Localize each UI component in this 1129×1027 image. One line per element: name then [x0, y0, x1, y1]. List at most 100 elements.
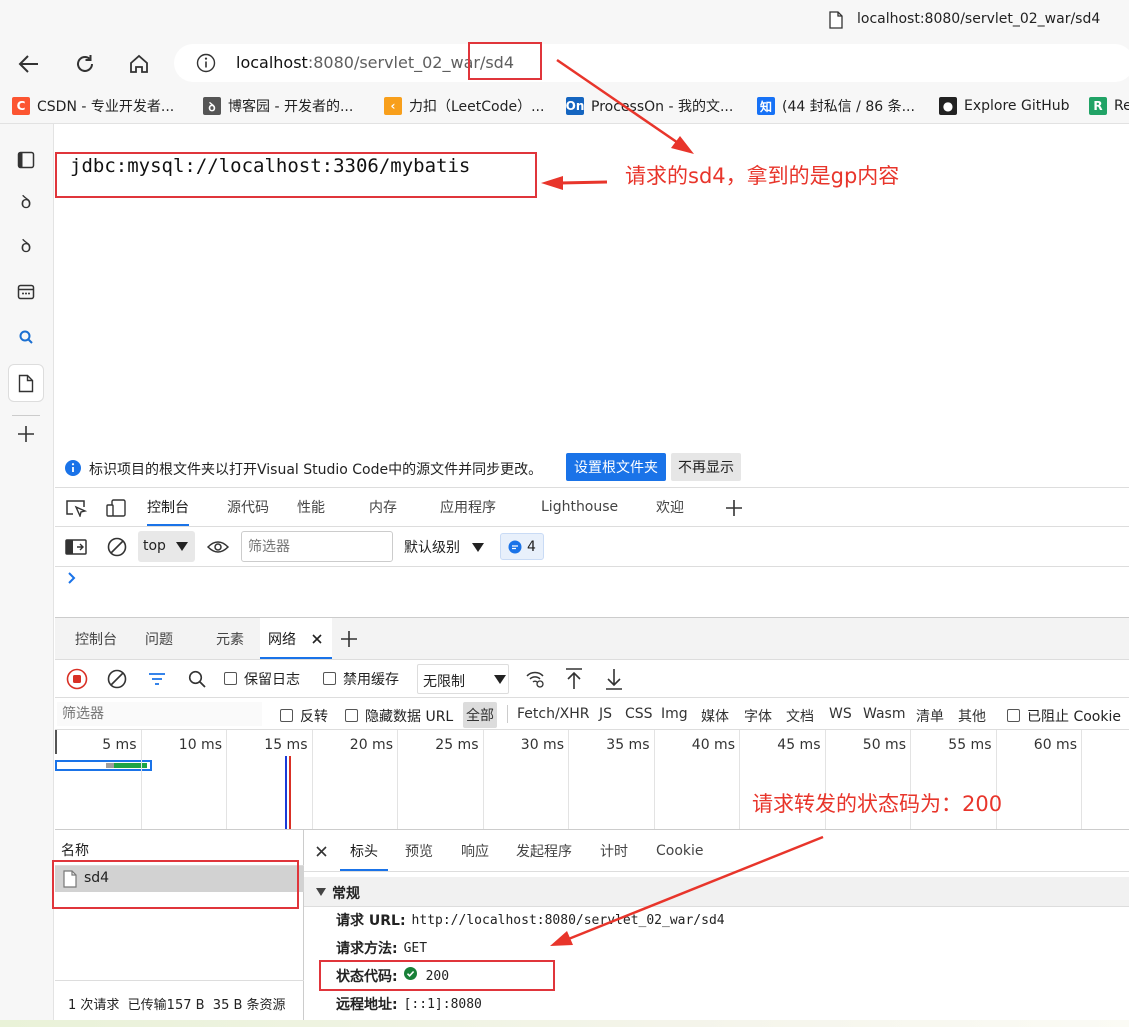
filter-type-0[interactable]: 全部 — [463, 702, 497, 728]
timeline-tick-label: 10 ms — [178, 737, 222, 753]
console-filter-input[interactable] — [241, 531, 393, 562]
drawer-tab-1[interactable]: 问题 — [145, 618, 173, 659]
devtools-tab-3[interactable]: 内存 — [369, 488, 397, 526]
close-network-tab-icon[interactable] — [309, 631, 325, 647]
timeline-gridline — [482, 730, 484, 829]
timeline-gridline — [568, 730, 569, 829]
favorite-item[interactable]: ● Explore GitHub — [939, 96, 1070, 116]
hide-data-urls-checkbox[interactable]: 隐藏数据 URL — [345, 706, 453, 726]
throttle-select[interactable]: 无限制 — [417, 664, 509, 694]
site-info-icon[interactable] — [196, 53, 216, 73]
triangle-down-icon — [316, 888, 326, 896]
close-details-icon[interactable] — [314, 844, 328, 858]
header-value[interactable]: http://localhost:8080/servlet_02_war/sd4 — [412, 913, 725, 928]
devtools-tab-4[interactable]: 应用程序 — [440, 488, 496, 526]
filter-type-8[interactable]: WS — [829, 706, 852, 722]
remote-address-row: 远程地址: [::1]:8080 — [336, 994, 482, 1014]
header-value[interactable]: GET — [404, 941, 427, 956]
filter-type-2[interactable]: JS — [599, 706, 612, 722]
stop-recording-icon[interactable] — [65, 667, 89, 691]
drawer-tab-0[interactable]: 控制台 — [75, 618, 117, 659]
search-icon[interactable] — [8, 319, 44, 355]
checkbox-box — [224, 672, 237, 685]
favorite-item[interactable]: R Re — [1089, 96, 1129, 116]
details-tab-4[interactable]: 计时 — [600, 830, 628, 871]
filter-type-9[interactable]: Wasm — [863, 706, 905, 722]
favorite-item[interactable]: ꝺ 博客园 - 开发者的... — [203, 96, 353, 116]
title-bar: localhost:8080/servlet_02_war/sd4 — [0, 0, 1129, 40]
details-tab-3[interactable]: 发起程序 — [516, 830, 572, 871]
context-selector[interactable]: top — [138, 531, 195, 562]
dont-show-again-button[interactable]: 不再显示 — [671, 453, 741, 481]
filter-type-10[interactable]: 清单 — [916, 706, 944, 726]
clear-network-icon[interactable] — [105, 667, 129, 691]
disable-cache-checkbox[interactable]: 禁用缓存 — [323, 669, 399, 689]
details-tab-5[interactable]: Cookie — [656, 830, 704, 871]
filter-type-4[interactable]: Img — [661, 706, 688, 722]
favorite-item[interactable]: 知 (44 封私信 / 86 条... — [757, 96, 915, 116]
back-arrow-icon[interactable] — [12, 48, 46, 80]
network-conditions-icon[interactable] — [523, 668, 547, 690]
details-tab-2[interactable]: 响应 — [461, 830, 489, 871]
cnblogs-icon[interactable]: ꝺ — [8, 184, 44, 220]
search-icon[interactable] — [185, 668, 209, 690]
checkbox-box — [1007, 709, 1020, 722]
log-level-select[interactable]: 默认级别 — [404, 537, 485, 557]
devtools-tab-1[interactable]: 源代码 — [227, 488, 269, 526]
filter-type-5[interactable]: 媒体 — [701, 706, 729, 726]
inspect-element-icon[interactable] — [63, 498, 89, 518]
filter-type-7[interactable]: 文档 — [786, 706, 814, 726]
console-body — [55, 567, 1129, 618]
filter-type-1[interactable]: Fetch/XHR — [517, 706, 590, 722]
drawer-tab-2[interactable]: 元素 — [216, 618, 244, 659]
live-expression-eye-icon[interactable] — [205, 537, 231, 557]
content-highlight-box — [55, 152, 537, 198]
screenshot-root: localhost:8080/servlet_02_war/sd4 localh… — [0, 0, 1129, 1027]
set-root-folder-button[interactable]: 设置根文件夹 — [566, 453, 666, 481]
annotation-top: 请求的sd4，拿到的是gp内容 — [625, 164, 900, 188]
preserve-log-checkbox[interactable]: 保留日志 — [224, 669, 300, 689]
details-tab-0[interactable]: 标头 — [340, 830, 388, 871]
filter-type-11[interactable]: 其他 — [958, 706, 986, 726]
favorite-item[interactable]: On ProcessOn - 我的文... — [566, 96, 733, 116]
home-icon[interactable] — [122, 48, 156, 80]
timeline-gridline — [739, 730, 740, 829]
device-toolbar-icon[interactable] — [103, 498, 129, 518]
general-section-header[interactable]: 常规 — [304, 877, 1129, 907]
sidebar-toggle-icon[interactable] — [64, 537, 88, 557]
devtools-tab-2[interactable]: 性能 — [297, 488, 325, 526]
devtools-tab-5[interactable]: Lighthouse — [541, 488, 618, 526]
dom-content-loaded-line — [285, 756, 287, 829]
invert-checkbox[interactable]: 反转 — [280, 706, 328, 726]
favorite-item[interactable]: C CSDN - 专业开发者... — [12, 96, 174, 116]
header-value[interactable]: [::1]:8080 — [404, 997, 482, 1012]
console-prompt-chevron-icon[interactable] — [67, 572, 77, 584]
import-har-icon[interactable] — [562, 666, 586, 692]
page-file-icon[interactable] — [8, 364, 44, 402]
devtools-tab-0[interactable]: 控制台 — [147, 488, 189, 526]
add-icon[interactable] — [8, 416, 44, 452]
blocked-cookies-checkbox[interactable]: 已阻止 Cookie — [1007, 706, 1121, 726]
favorite-item[interactable]: ‹ 力扣（LeetCode）... — [384, 96, 544, 116]
filter-type-3[interactable]: CSS — [625, 706, 653, 722]
checkbox-box — [280, 709, 293, 722]
address-bar[interactable]: localhost:8080/servlet_02_war/sd4 — [174, 44, 1129, 82]
details-tab-1[interactable]: 预览 — [405, 830, 433, 871]
general-section-title: 常规 — [332, 886, 360, 902]
calendar-icon[interactable] — [8, 274, 44, 310]
tab-actions-icon[interactable] — [8, 142, 44, 178]
cnblogs-icon[interactable]: ꝺ — [8, 228, 44, 264]
clear-console-icon[interactable] — [105, 536, 129, 558]
more-tabs-add-icon[interactable] — [721, 496, 747, 520]
name-column-label: 名称 — [61, 843, 89, 859]
filter-icon[interactable] — [145, 668, 169, 690]
filter-type-6[interactable]: 字体 — [744, 706, 772, 726]
network-filter-input[interactable] — [57, 702, 262, 726]
disable-cache-label: 禁用缓存 — [343, 672, 399, 688]
info-icon — [64, 459, 82, 477]
add-drawer-tab-icon[interactable] — [338, 627, 360, 651]
refresh-icon[interactable] — [68, 48, 102, 80]
export-har-icon[interactable] — [602, 666, 626, 692]
issues-badge[interactable]: 4 — [500, 533, 544, 560]
devtools-tab-6[interactable]: 欢迎 — [656, 488, 684, 526]
